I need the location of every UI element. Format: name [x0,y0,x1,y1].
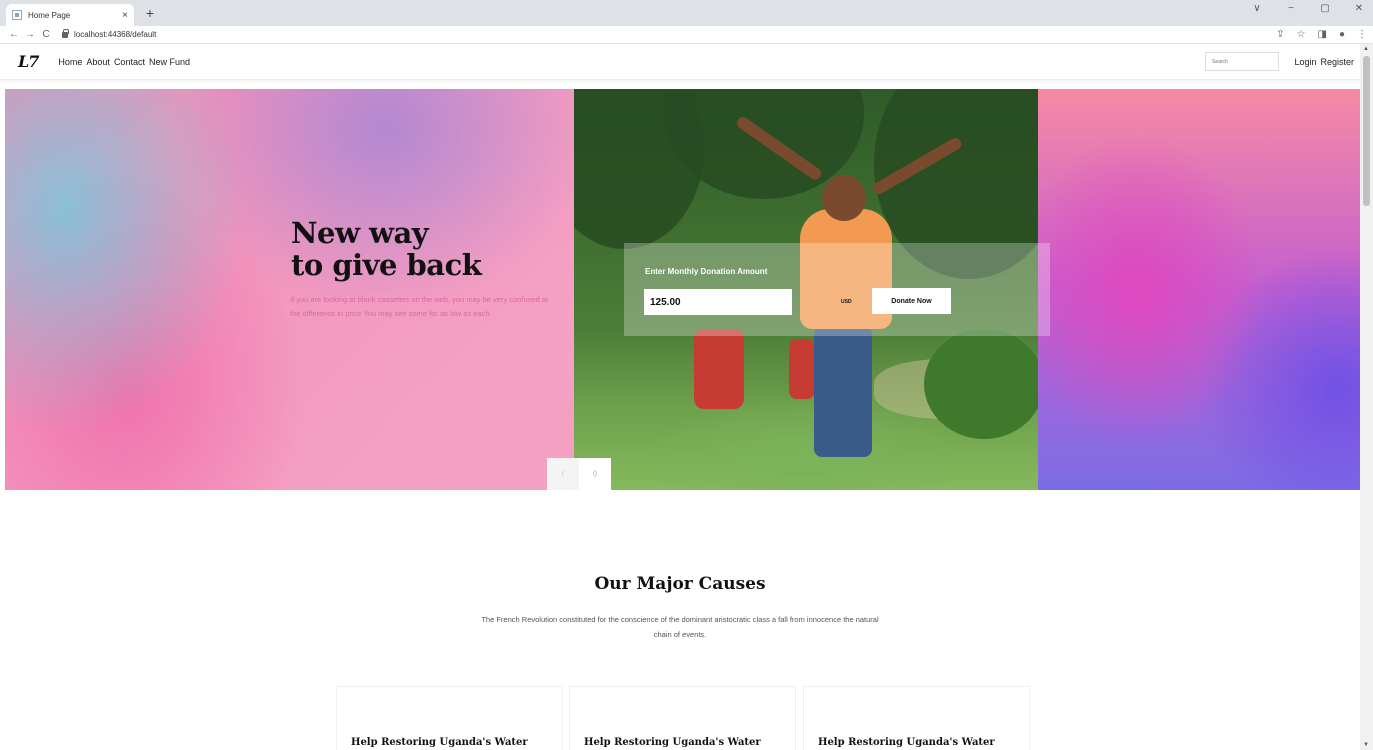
minimize-icon[interactable]: − [1285,3,1297,14]
site-logo[interactable]: L7 [18,52,39,71]
search-input[interactable] [1205,52,1279,71]
hero-banner: New way to give back If you are looking … [5,89,1360,490]
forward-icon[interactable]: → [22,29,38,40]
cause-card[interactable]: Help Restoring Uganda's Water [569,686,796,750]
cause-card-title: Help Restoring Uganda's Water [584,737,761,748]
child-jeans [814,327,872,457]
restore-icon[interactable]: ▢ [1319,3,1331,14]
child-head [822,175,866,221]
scroll-down-icon[interactable]: ▼ [1363,742,1369,748]
hero-title-line2: to give back [291,248,482,282]
background-child [789,339,815,399]
donation-amount-input[interactable] [644,289,792,315]
carousel-next-button[interactable]: () [579,458,611,490]
carousel-controls: ( () [547,458,611,490]
register-link[interactable]: Register [1320,57,1354,67]
profile-icon[interactable]: ● [1339,29,1345,40]
auth-links: Login Register [1294,57,1354,67]
cause-card-title: Help Restoring Uganda's Water [351,737,528,748]
close-window-icon[interactable]: ✕ [1353,3,1365,14]
site-navbar: L7 Home About Contact New Fund Login Reg… [0,44,1360,80]
currency-label: USD [841,299,852,305]
hero-gradient-right [1037,89,1360,490]
nav-home[interactable]: Home [58,57,82,67]
donation-panel: Enter Monthly Donation Amount USD Donate… [624,243,1050,336]
page-scrollbar[interactable]: ▲ ▼ [1360,44,1373,750]
cause-card-title: Help Restoring Uganda's Water [818,737,995,748]
hero-title: New way to give back [291,216,482,282]
new-tab-button[interactable]: + [140,4,160,22]
hero-title-line1: New way [291,216,429,250]
address-bar[interactable]: localhost:44368/default [62,28,157,39]
main-nav: Home About Contact New Fund [58,57,190,67]
carousel-prev-button[interactable]: ( [547,458,579,490]
bush-shape [924,329,1038,439]
tab-search-icon[interactable]: ∨ [1251,3,1263,14]
tab-title: Home Page [28,10,71,20]
scroll-thumb[interactable] [1363,56,1370,206]
bookmark-star-icon[interactable]: ☆ [1297,29,1306,40]
scroll-up-icon[interactable]: ▲ [1363,46,1369,52]
window-controls: ∨ − ▢ ✕ [1251,3,1365,14]
hero-description: If you are looking at blank cassettes on… [290,295,549,318]
causes-description: The French Revolution constituted for th… [481,615,879,639]
back-icon[interactable]: ← [6,29,22,40]
donation-label: Enter Monthly Donation Amount [645,267,768,276]
nav-new-fund[interactable]: New Fund [149,57,190,67]
lock-icon [62,28,69,38]
menu-kebab-icon[interactable]: ⋮ [1357,29,1367,40]
donate-now-button[interactable]: Donate Now [872,288,951,314]
causes-title: Our Major Causes [594,574,766,594]
login-link[interactable]: Login [1294,57,1316,67]
reload-icon[interactable]: C [38,29,54,40]
cause-card[interactable]: Help Restoring Uganda's Water [803,686,1030,750]
tab-close-icon[interactable]: × [122,10,128,21]
cause-card[interactable]: Help Restoring Uganda's Water [336,686,563,750]
nav-about[interactable]: About [86,57,110,67]
toolbar-actions: ⇪ ☆ ◨ ● ⋮ [1276,29,1367,40]
side-panel-icon[interactable]: ◨ [1318,29,1327,40]
background-child [694,329,744,409]
browser-toolbar: ← → C localhost:44368/default ⇪ ☆ ◨ ● ⋮ [0,26,1373,44]
browser-tab[interactable]: Home Page × [6,4,134,26]
share-icon[interactable]: ⇪ [1276,29,1284,40]
url-text: localhost:44368/default [74,30,157,39]
browser-tabstrip: Home Page × + ∨ − ▢ ✕ [0,0,1373,26]
nav-contact[interactable]: Contact [114,57,145,67]
page-icon [12,10,22,20]
